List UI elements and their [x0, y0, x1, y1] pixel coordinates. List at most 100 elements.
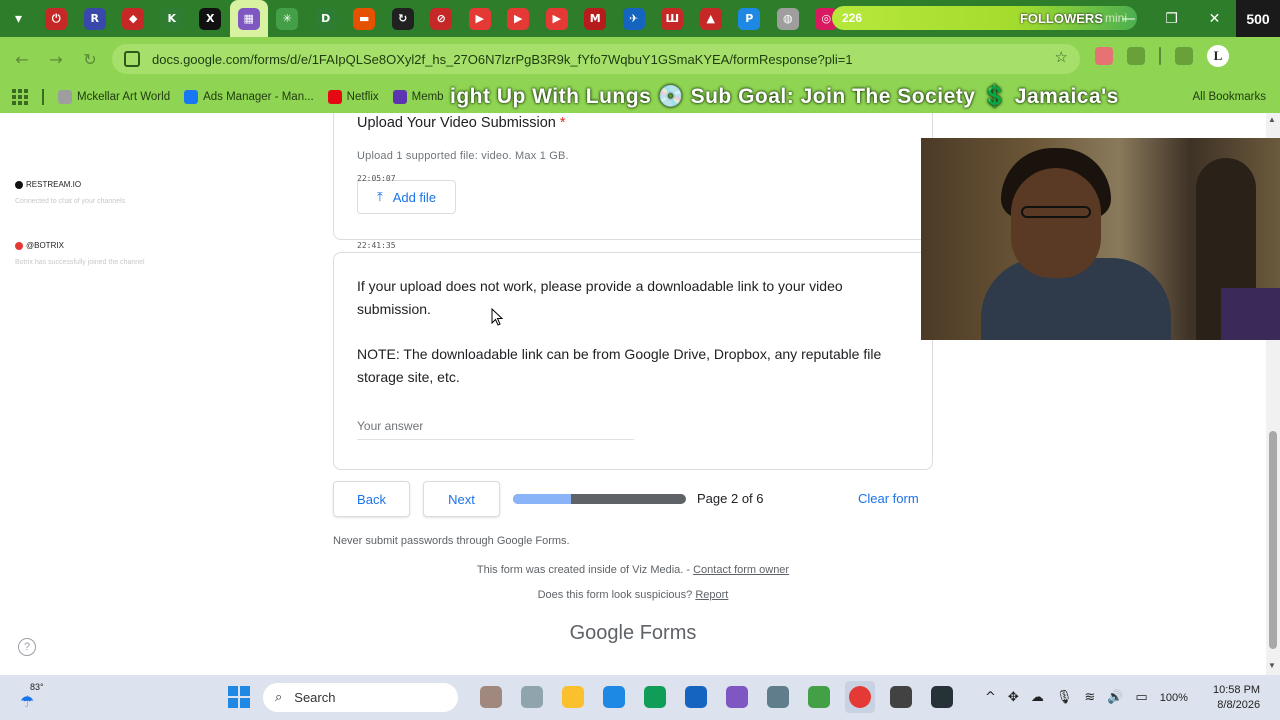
webcam-background-shelf [1221, 288, 1280, 340]
system-clock[interactable]: 10:58 PM 8/8/2026 [1213, 683, 1260, 713]
browser-tab[interactable]: M [576, 0, 615, 37]
battery-percent: 100% [1159, 691, 1188, 704]
taskbar-app-glyph [808, 686, 830, 708]
apps-grid-icon[interactable] [12, 89, 28, 105]
app-cat-icon[interactable] [476, 681, 506, 713]
bookmark-item[interactable]: Mckellar Art World [58, 90, 170, 104]
stream-ticker: ight Up With Lungs 💿 Sub Goal: Join The … [450, 85, 1119, 108]
add-file-button[interactable]: ⤒ Add file [357, 180, 456, 214]
onedrive-icon[interactable]: ☁ [1031, 690, 1044, 705]
app-chrome-icon[interactable] [845, 681, 875, 713]
browser-tab[interactable]: K [153, 0, 192, 37]
browser-tab[interactable]: ▶ [499, 0, 538, 37]
browser-tab[interactable]: ▶ [538, 0, 577, 37]
bookmarks-divider [42, 89, 44, 105]
app-taskview-icon[interactable] [517, 681, 547, 713]
browser-tab[interactable]: ✈ [615, 0, 654, 37]
profile-avatar[interactable]: L [1207, 45, 1229, 67]
back-button[interactable]: Back [333, 481, 410, 517]
creator-text: This form was created inside of Viz Medi… [476, 564, 694, 576]
bookmark-star-icon[interactable]: ☆ [1055, 48, 1068, 66]
browser-tab[interactable]: ⏻ [37, 0, 76, 37]
back-arrow-icon[interactable]: ← [5, 37, 39, 81]
taskbar-app-glyph [767, 686, 789, 708]
next-button[interactable]: Next [423, 481, 500, 517]
close-icon[interactable]: ✕ [1193, 0, 1236, 37]
add-file-label: Add file [392, 189, 437, 205]
extension-record-icon[interactable] [1095, 47, 1113, 65]
volume-icon[interactable]: 🔊 [1107, 690, 1123, 705]
forward-arrow-icon[interactable]: → [39, 37, 73, 81]
tab-favicon-icon: ◆ [122, 7, 145, 30]
url-text[interactable]: docs.google.com/forms/d/e/1FAIpQLSe8OXyl… [152, 52, 1052, 67]
clear-form-button[interactable]: Clear form [858, 491, 919, 506]
weather-widget[interactable]: 83° ☂ [18, 680, 48, 715]
browser-tab[interactable]: D [307, 0, 346, 37]
browser-tab[interactable]: ⊘ [422, 0, 461, 37]
tab-list: ⏻ R ◆ K X ▦ ✳ D ▬ ↻ ⊘ ▶ ▶ ▶ M ✈ Ш ▲ P ◍ ◎ [37, 0, 846, 37]
browser-tab[interactable]: X [191, 0, 230, 37]
app-store-icon[interactable] [681, 681, 711, 713]
browser-tab[interactable]: R [76, 0, 115, 37]
bookmark-favicon-icon [392, 90, 407, 104]
app-terminal-icon[interactable] [927, 681, 957, 713]
address-bar[interactable]: docs.google.com/forms/d/e/1FAIpQLSe8OXyl… [112, 44, 1080, 74]
browser-tab[interactable]: ✳ [268, 0, 307, 37]
tab-favicon-icon: Ш [661, 7, 684, 30]
site-info-icon[interactable] [124, 51, 140, 67]
tab-favicon-icon: ▲ [699, 7, 722, 30]
browser-tab[interactable]: ▲ [692, 0, 731, 37]
reading-list-icon[interactable] [1175, 47, 1193, 65]
browser-tab[interactable]: ▦ [229, 0, 268, 37]
scroll-up-icon[interactable]: ▲ [1268, 115, 1276, 124]
temperature: 83° [30, 682, 44, 692]
scroll-down-icon[interactable]: ▼ [1268, 661, 1276, 670]
browser-tab[interactable]: ◍ [769, 0, 808, 37]
wifi-icon[interactable]: ≋ [1084, 690, 1095, 705]
bookmark-favicon-icon [327, 90, 342, 104]
taskbar-app-glyph [685, 686, 707, 708]
dropbox-icon[interactable]: ✥ [1008, 690, 1019, 705]
bookmark-item[interactable]: Netflix [327, 90, 379, 104]
followers-goal-bar: 226 FOLLOWERS mini [832, 6, 1137, 30]
app-obs-icon[interactable] [886, 681, 916, 713]
botrix-icon [15, 241, 23, 250]
bookmark-label: Ads Manager - Man... [203, 91, 314, 103]
taskbar-search[interactable]: ⌕ Search [263, 683, 458, 712]
help-icon[interactable]: ? [18, 638, 36, 656]
battery-icon[interactable]: ▭ [1135, 690, 1147, 705]
bookmark-item[interactable]: Memb [392, 90, 444, 104]
report-link[interactable]: Report [695, 589, 728, 601]
browser-tab[interactable]: ▶ [461, 0, 500, 37]
tab-favicon-icon: ↻ [391, 7, 414, 30]
app-settings-icon[interactable] [763, 681, 793, 713]
contact-owner-link[interactable]: Contact form owner [693, 564, 789, 576]
restore-icon[interactable]: ❐ [1150, 0, 1193, 37]
browser-tab[interactable]: ↻ [384, 0, 423, 37]
app-edge-icon[interactable] [640, 681, 670, 713]
reload-icon[interactable]: ↻ [73, 37, 107, 81]
all-bookmarks[interactable]: All Bookmarks [1193, 81, 1267, 113]
chat-timestamp: 22:41:35 [357, 241, 396, 250]
app-explorer-icon[interactable] [558, 681, 588, 713]
taskbar-app-glyph [562, 686, 584, 708]
answer-input[interactable]: Your answer [357, 419, 634, 440]
minimize-icon[interactable]: — [1107, 0, 1150, 37]
extension-puzzle-icon[interactable] [1127, 47, 1145, 65]
followers-label: FOLLOWERS [1019, 10, 1103, 26]
browser-tab[interactable]: Ш [653, 0, 692, 37]
bookmark-item[interactable]: Ads Manager - Man... [184, 90, 314, 104]
microphone-icon[interactable]: 🎙 [1056, 690, 1073, 705]
browser-tab[interactable]: ◆ [114, 0, 153, 37]
link-question-card: If your upload does not work, please pro… [333, 252, 933, 470]
scroll-thumb[interactable] [1269, 431, 1277, 649]
start-button[interactable] [228, 686, 250, 708]
app-help-icon[interactable] [599, 681, 629, 713]
browser-tab[interactable]: ▬ [345, 0, 384, 37]
tab-search-icon[interactable]: ▾ [0, 0, 37, 37]
app-copilot-icon[interactable] [722, 681, 752, 713]
show-hidden-icon[interactable]: ^ [985, 690, 996, 705]
browser-tab[interactable]: P [730, 0, 769, 37]
tab-favicon-icon: ▶ [507, 7, 530, 30]
app-recycle-icon[interactable] [804, 681, 834, 713]
